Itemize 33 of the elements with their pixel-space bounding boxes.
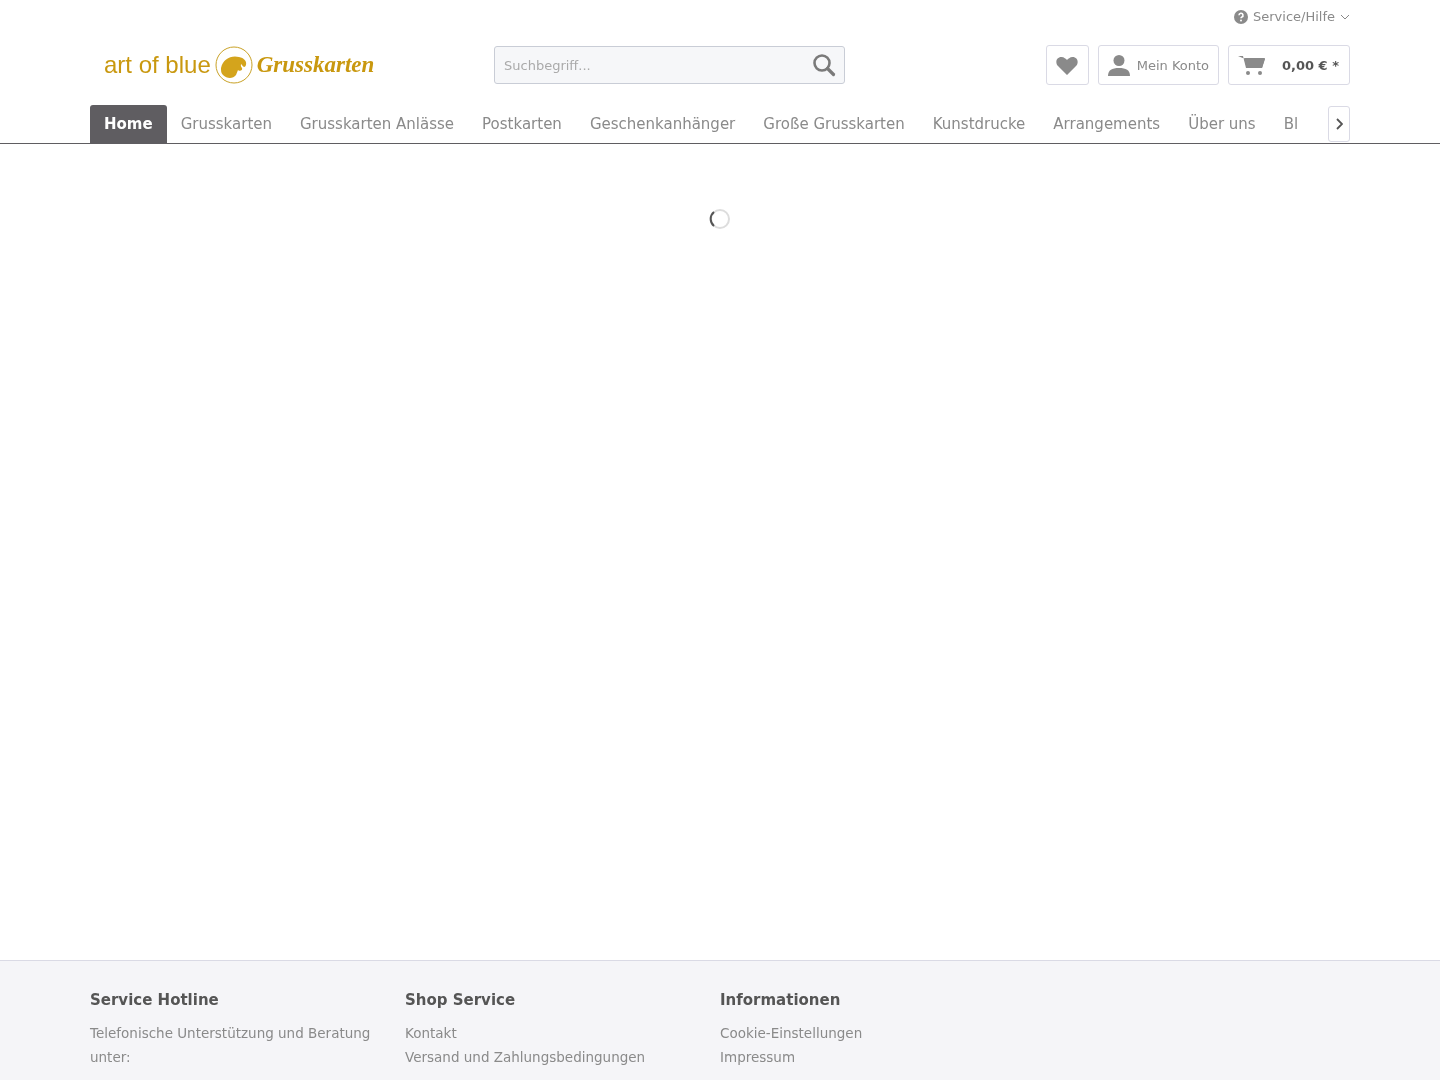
footer-text: Telefonische Unterstützung und Beratung unter: — [90, 1024, 372, 1067]
nav-tab[interactable]: Große Grusskarten — [749, 105, 919, 143]
nav-tab[interactable]: Arrangements — [1039, 105, 1175, 143]
footer-heading: Informationen — [720, 991, 842, 1009]
heart-icon — [1056, 55, 1079, 75]
nav-tab[interactable]: Grusskarten — [166, 105, 286, 143]
nav-tab[interactable]: Geschenkanhänger — [575, 105, 750, 143]
chevron-down-icon — [1340, 13, 1350, 20]
search-icon — [812, 53, 836, 77]
nav-tab[interactable]: Über uns — [1174, 105, 1270, 143]
nav-tab[interactable]: Bl — [1269, 105, 1313, 143]
footer-link[interactable]: Impressum — [720, 1045, 796, 1069]
service-menu[interactable]: Service/Hilfe — [1234, 9, 1350, 24]
nav-tab[interactable]: Postkarten — [468, 105, 576, 143]
cart-icon — [1238, 54, 1266, 76]
scroll-right-button[interactable] — [1328, 106, 1350, 142]
footer-link[interactable]: Versand und Zahlungsbedingungen — [405, 1045, 646, 1069]
wishlist-button[interactable] — [1045, 45, 1089, 85]
search-field[interactable]: Suchbegriff... — [494, 46, 845, 84]
cart-button[interactable]: 0,00 € * — [1228, 45, 1350, 85]
logo[interactable]: art of blue Grusskarten — [104, 46, 494, 84]
chevron-right-icon — [1335, 118, 1343, 130]
footer-link[interactable]: Kontakt — [405, 1021, 457, 1045]
footer-heading: Service Hotline — [90, 991, 220, 1009]
footer-link[interactable]: Cookie-Einstellungen — [720, 1021, 863, 1045]
help-icon — [1234, 9, 1248, 24]
account-button[interactable]: Mein Konto — [1097, 45, 1219, 85]
nav-tab[interactable]: Home — [90, 105, 167, 143]
nav-tab[interactable]: Kunstdrucke — [918, 105, 1040, 143]
user-icon — [1107, 54, 1130, 76]
footer-heading: Shop Service — [405, 991, 517, 1009]
loading-spinner-icon — [709, 208, 731, 230]
nav-tab[interactable]: Grusskarten Anlässe — [286, 105, 469, 143]
